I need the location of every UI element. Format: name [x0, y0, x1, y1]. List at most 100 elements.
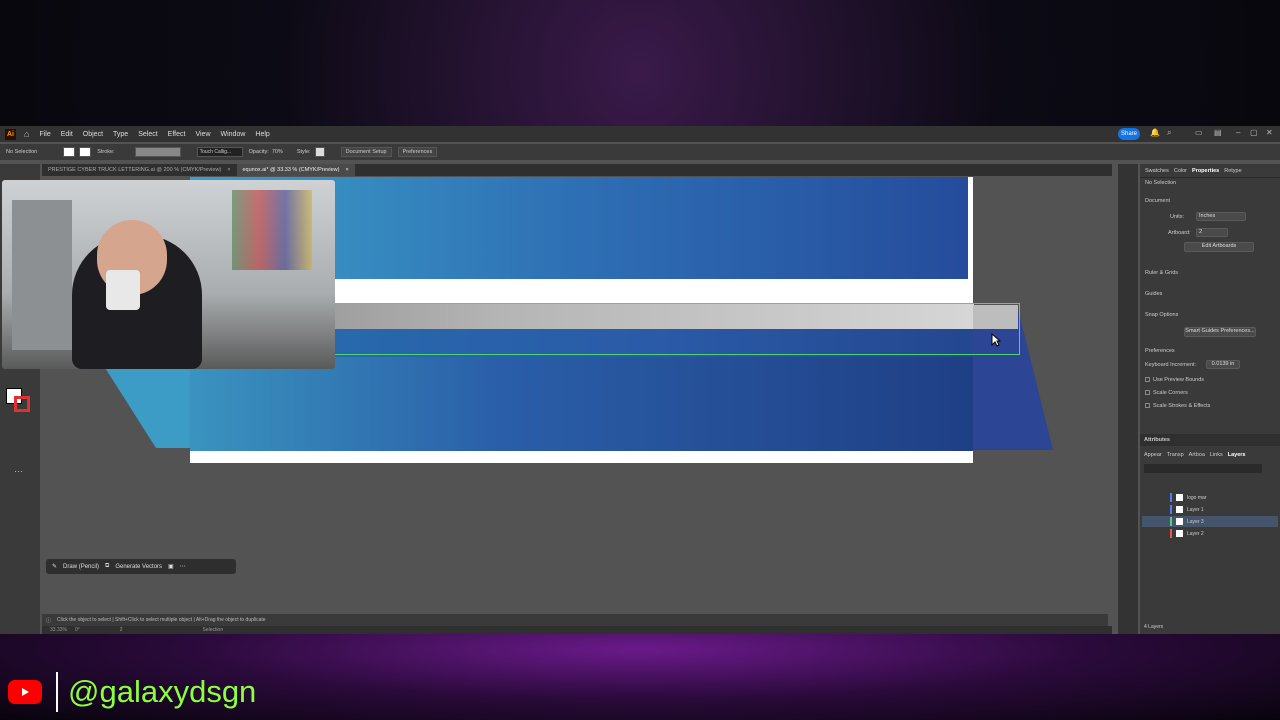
- tab-properties[interactable]: Properties: [1192, 168, 1219, 174]
- menu-edit[interactable]: Edit: [61, 131, 73, 138]
- bell-icon[interactable]: 🔔: [1150, 128, 1160, 137]
- attributes-header: Attributes: [1140, 434, 1280, 446]
- fill-swatch[interactable]: [63, 147, 76, 157]
- units-dropdown[interactable]: Inches: [1196, 212, 1246, 221]
- tab-color[interactable]: Color: [1174, 168, 1187, 174]
- layer-row[interactable]: logo mar: [1142, 492, 1278, 503]
- snap-options-label: Snap Options: [1145, 312, 1179, 318]
- menu-effect[interactable]: Effect: [168, 131, 186, 138]
- layer-thumbnail: [1176, 506, 1183, 513]
- tab-prestige[interactable]: PRESTIGE CYBER TRUCK LETTERING.ai @ 200 …: [42, 164, 237, 176]
- layer-row[interactable]: Layer 2: [1142, 528, 1278, 539]
- style-swatch[interactable]: [314, 147, 325, 157]
- scale-strokes-checkbox[interactable]: Scale Strokes & Effects: [1145, 403, 1210, 409]
- keyboard-increment-field[interactable]: 0.0139 in: [1206, 360, 1240, 369]
- tab-layers[interactable]: Layers: [1228, 452, 1246, 462]
- opacity-label: Opacity:: [248, 149, 269, 155]
- minimize-icon[interactable]: –: [1236, 128, 1240, 137]
- layer-row[interactable]: Layer 1: [1142, 504, 1278, 515]
- layer-name[interactable]: Layer 2: [1187, 531, 1204, 537]
- pencil-icon[interactable]: ✎: [52, 563, 57, 570]
- artboard-label: Artboard:: [1168, 230, 1191, 236]
- checkbox-label: Scale Corners: [1153, 390, 1188, 396]
- artboard-number[interactable]: 2: [120, 627, 123, 633]
- contextual-task-bar: ✎ Draw (Pencil) ⧉ Generate Vectors ▣ ⋯: [46, 559, 236, 574]
- webcam-shelf: [12, 200, 72, 350]
- tab-swatches[interactable]: Swatches: [1145, 168, 1169, 174]
- artboard-field[interactable]: 2: [1196, 228, 1228, 237]
- layer-name[interactable]: logo mar: [1187, 495, 1206, 501]
- rulers-grids-label: Ruler & Grids: [1145, 270, 1179, 276]
- properties-panel: Swatches Color Properties Retype No Sele…: [1140, 164, 1280, 634]
- share-button[interactable]: Share: [1118, 128, 1140, 140]
- bottom-status-bar: 33.33% 0° 2 Selection: [42, 626, 1112, 634]
- edit-artboards-button[interactable]: Edit Artboards: [1184, 242, 1254, 252]
- zoom-level[interactable]: 33.33%: [50, 627, 67, 633]
- artwork-left-shape[interactable]: [102, 363, 192, 448]
- webcam-clothing-rack: [232, 190, 312, 270]
- tab-retype[interactable]: Retype: [1224, 168, 1241, 174]
- tab-label: equnox.ai* @ 33.33 % (CMYK/Preview): [242, 167, 340, 173]
- scale-corners-checkbox[interactable]: Scale Corners: [1145, 390, 1188, 396]
- tab-links[interactable]: Links: [1210, 452, 1223, 462]
- use-preview-bounds-checkbox[interactable]: Use Preview Bounds: [1145, 377, 1204, 383]
- layer-name[interactable]: Layer 3: [1187, 519, 1204, 525]
- smart-guides-button[interactable]: Smart Guides Preferences...: [1184, 327, 1256, 337]
- close-window-icon[interactable]: ✕: [1266, 128, 1273, 137]
- layer-color: [1170, 517, 1172, 526]
- brand-divider: [56, 672, 58, 712]
- stroke-weight-field[interactable]: [134, 147, 181, 157]
- status-hint: Click the object to select | Shift+Click…: [57, 617, 266, 623]
- more-tools-icon[interactable]: ⋯: [14, 466, 23, 477]
- layers-tabs: Appear Transp Artboa Links Layers: [1140, 452, 1280, 462]
- fill-stroke-icon[interactable]: [6, 388, 32, 414]
- artwork-blue-bottom[interactable]: [190, 357, 973, 451]
- preferences-heading: Preferences: [1145, 348, 1175, 354]
- layer-color: [1170, 505, 1172, 514]
- panel-icon[interactable]: ▣: [168, 563, 174, 570]
- control-bar: No Selection Stroke: Touch Callig... Opa…: [0, 144, 1280, 160]
- layers-search[interactable]: [1144, 464, 1262, 473]
- layer-row-selected[interactable]: Layer 3: [1142, 516, 1278, 527]
- close-icon[interactable]: ×: [227, 167, 230, 173]
- tab-artboards[interactable]: Artboa: [1189, 452, 1205, 462]
- tab-appearance[interactable]: Appear: [1144, 452, 1162, 462]
- layer-thumbnail: [1176, 494, 1183, 501]
- rotation-value[interactable]: 0°: [75, 627, 80, 633]
- preferences-button[interactable]: Preferences: [397, 147, 438, 157]
- menu-object[interactable]: Object: [83, 131, 103, 138]
- maximize-icon[interactable]: ▢: [1250, 128, 1258, 137]
- menu-view[interactable]: View: [195, 131, 210, 138]
- search-icon[interactable]: ⌕: [1167, 128, 1171, 138]
- document-tabs: PRESTIGE CYBER TRUCK LETTERING.ai @ 200 …: [42, 164, 1112, 176]
- generate-vectors-button[interactable]: Generate Vectors: [115, 564, 162, 570]
- menu-window[interactable]: Window: [221, 131, 246, 138]
- more-icon[interactable]: ⋯: [180, 563, 186, 570]
- tab-equnox[interactable]: equnox.ai* @ 33.33 % (CMYK/Preview) ×: [236, 164, 355, 176]
- channel-handle: @galaxydsgn: [68, 674, 257, 709]
- opacity-value[interactable]: 70%: [272, 149, 283, 155]
- tab-transparency[interactable]: Transp: [1167, 452, 1184, 462]
- info-icon: ⓘ: [46, 617, 52, 624]
- close-icon[interactable]: ×: [346, 167, 349, 173]
- menu-file[interactable]: File: [39, 131, 50, 138]
- home-icon[interactable]: ⌂: [24, 129, 29, 139]
- menu-select[interactable]: Select: [138, 131, 157, 138]
- layer-color: [1170, 493, 1172, 502]
- properties-tabs: Swatches Color Properties Retype: [1140, 164, 1280, 178]
- menu-help[interactable]: Help: [255, 131, 269, 138]
- stroke-swatch[interactable]: [79, 147, 92, 157]
- layer-color: [1170, 529, 1172, 538]
- generate-icon[interactable]: ⧉: [105, 563, 109, 570]
- document-setup-button[interactable]: Document Setup: [340, 147, 392, 157]
- draw-pencil-button[interactable]: Draw (Pencil): [63, 564, 99, 570]
- checkbox-label: Use Preview Bounds: [1153, 377, 1205, 383]
- brush-dropdown[interactable]: Touch Callig...: [196, 147, 243, 157]
- panel-icons-column: [1118, 164, 1138, 634]
- workspace-icon[interactable]: ▭: [1195, 128, 1203, 137]
- layer-name[interactable]: Layer 1: [1187, 507, 1204, 513]
- arrange-icon[interactable]: ▤: [1214, 128, 1222, 137]
- document-heading: Document: [1145, 198, 1171, 204]
- menu-type[interactable]: Type: [113, 131, 128, 138]
- selection-status: No Selection: [6, 149, 38, 155]
